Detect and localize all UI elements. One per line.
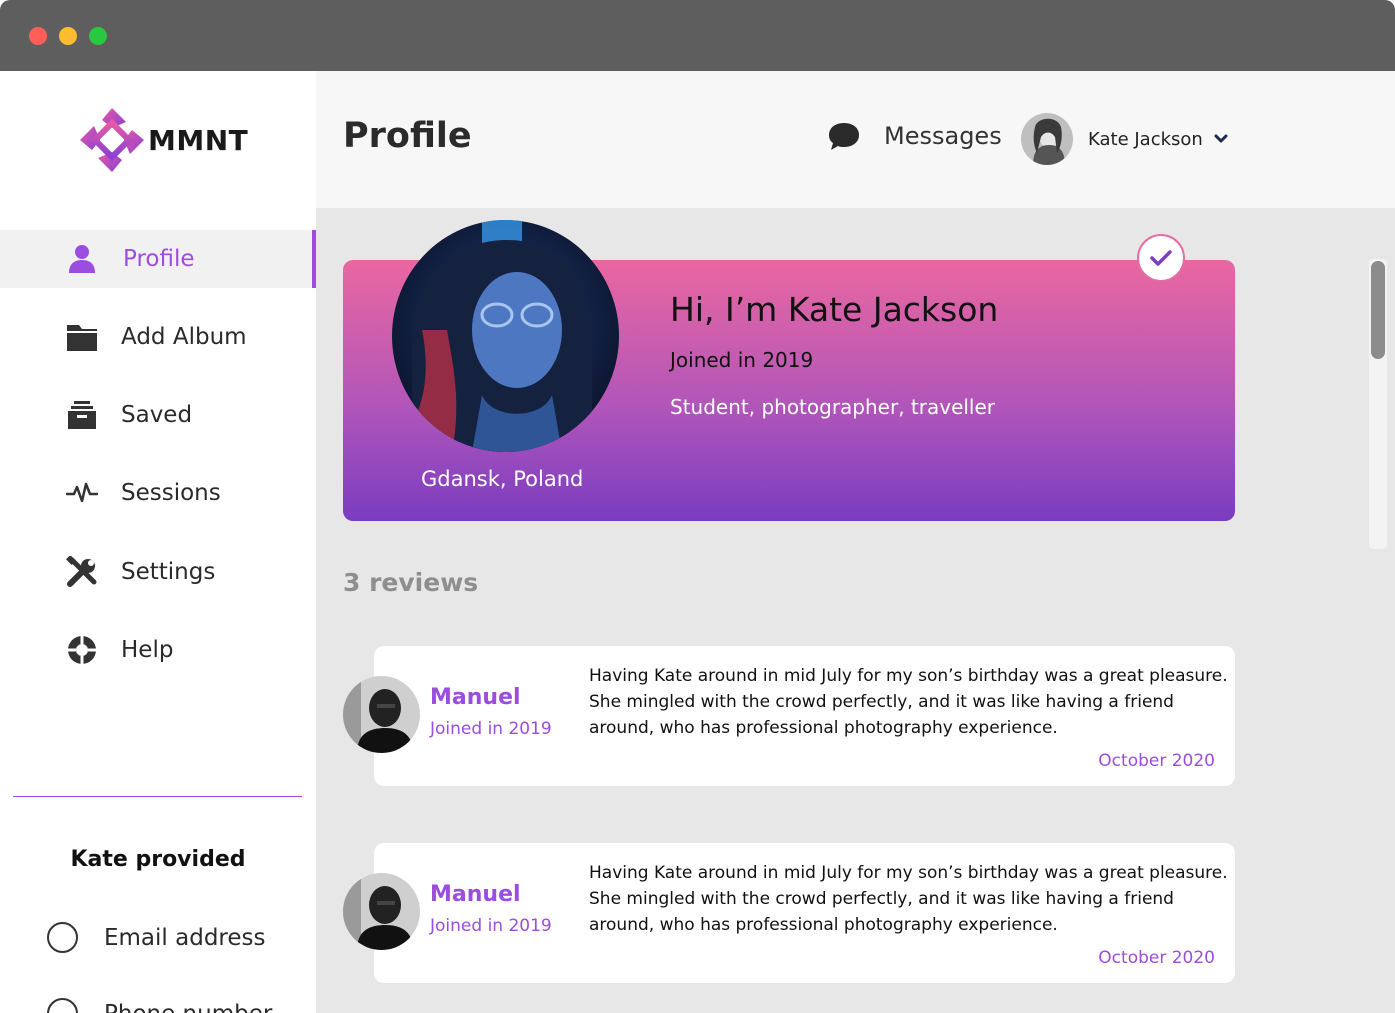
sidebar-item-label: Settings: [121, 559, 216, 585]
user-icon: [64, 241, 100, 277]
sidebar-item-sessions[interactable]: Sessions: [0, 464, 316, 522]
reviewer-joined: Joined in 2019: [430, 719, 552, 739]
chevron-down-icon: [1214, 134, 1228, 143]
user-menu[interactable]: Kate Jackson: [1021, 113, 1228, 165]
sidebar-item-profile[interactable]: Profile: [0, 230, 316, 288]
profile-location: Gdansk, Poland: [421, 467, 584, 491]
window-titlebar: [0, 0, 1395, 71]
sidebar-item-label: Saved: [121, 402, 193, 428]
review-date: October 2020: [1098, 751, 1215, 771]
reviewer-avatar: [343, 873, 420, 950]
mmnt-logo-icon: [80, 108, 144, 172]
sidebar-item-label: Add Album: [121, 324, 247, 350]
scrollbar[interactable]: [1369, 259, 1387, 549]
profile-greeting: Hi, I’m Kate Jackson: [670, 290, 999, 329]
profile-banner: Gdansk, Poland Hi, I’m Kate Jackson Join…: [343, 220, 1235, 521]
user-name: Kate Jackson: [1088, 128, 1203, 150]
messages-label: Messages: [884, 122, 1002, 150]
top-bar: Profile Messages Kate Jackson: [316, 71, 1395, 208]
profile-bio: Student, photographer, traveller: [670, 395, 996, 419]
sidebar-divider: [13, 796, 302, 797]
radio-circle-icon[interactable]: [47, 922, 78, 953]
scrollbar-thumb[interactable]: [1371, 261, 1385, 359]
activity-icon: [64, 475, 100, 511]
review-date: October 2020: [1098, 948, 1215, 968]
sidebar: MMNT Profile Add Album Saved Sessions Se…: [0, 71, 316, 1013]
provided-item-phone[interactable]: Phone number: [47, 998, 272, 1013]
page-title: Profile: [343, 116, 472, 156]
review-text: Having Kate around in mid July for my so…: [589, 863, 1228, 935]
avatar: [1021, 113, 1073, 165]
verified-badge: [1137, 234, 1185, 282]
main-content: Profile Messages Kate Jackson Gdansk, Po…: [316, 71, 1395, 1013]
reviewer-avatar: [343, 676, 420, 753]
sidebar-item-help[interactable]: Help: [0, 621, 316, 679]
sidebar-item-label: Profile: [123, 246, 195, 272]
brand-name: MMNT: [148, 123, 249, 157]
provided-item-email[interactable]: Email address: [47, 922, 265, 953]
archive-icon: [64, 397, 100, 433]
reviewer-name[interactable]: Manuel: [430, 685, 521, 710]
chat-bubble-icon: [829, 123, 859, 150]
provided-item-label: Phone number: [104, 1001, 272, 1013]
sidebar-item-label: Sessions: [121, 480, 221, 506]
check-icon: [1150, 250, 1172, 266]
profile-joined: Joined in 2019: [670, 348, 814, 372]
messages-link[interactable]: Messages: [828, 121, 1002, 151]
provided-title: Kate provided: [70, 847, 246, 872]
reviewer-joined: Joined in 2019: [430, 916, 552, 936]
lifebuoy-icon: [64, 632, 100, 668]
review-text: Having Kate around in mid July for my so…: [589, 666, 1228, 738]
sidebar-item-add-album[interactable]: Add Album: [0, 308, 316, 366]
reviewer-name[interactable]: Manuel: [430, 882, 521, 907]
review-card: Manuel Joined in 2019 Having Kate around…: [343, 843, 1235, 983]
window-close-button[interactable]: [29, 27, 47, 45]
brand-logo[interactable]: MMNT: [78, 106, 248, 174]
folder-icon: [64, 319, 100, 355]
provided-item-label: Email address: [104, 924, 266, 951]
sidebar-item-saved[interactable]: Saved: [0, 386, 316, 444]
sidebar-item-label: Help: [121, 637, 174, 663]
reviews-count: 3 reviews: [343, 568, 479, 597]
window-minimize-button[interactable]: [59, 27, 77, 45]
tools-icon: [64, 554, 100, 590]
radio-circle-icon[interactable]: [47, 998, 78, 1013]
sidebar-item-settings[interactable]: Settings: [0, 543, 316, 601]
review-card: Manuel Joined in 2019 Having Kate around…: [343, 646, 1235, 786]
profile-photo: [392, 220, 619, 452]
window-maximize-button[interactable]: [89, 27, 107, 45]
